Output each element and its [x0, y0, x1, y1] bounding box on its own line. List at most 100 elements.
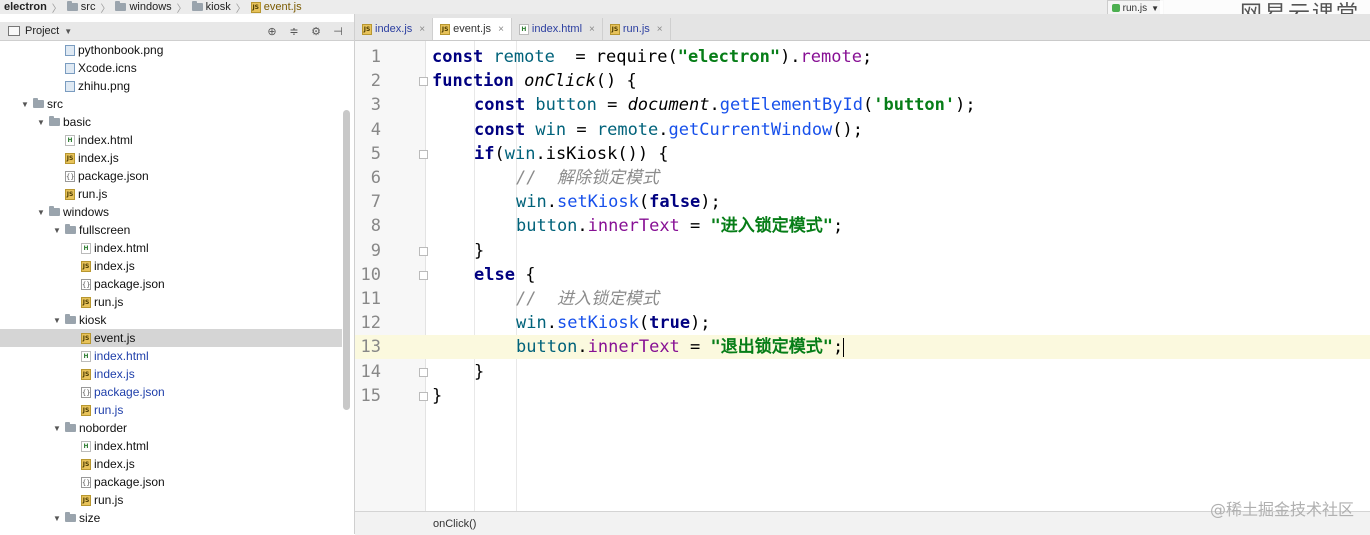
fold-marker-icon[interactable] [419, 270, 428, 280]
code-line[interactable]: 12 win.setKiosk(true); [355, 311, 1370, 335]
tree-file[interactable]: zhihu.png [0, 77, 342, 95]
tree-folder[interactable]: ▼ fullscreen [0, 221, 342, 239]
folder-icon [65, 512, 76, 522]
tree-file[interactable]: JS event.js [0, 329, 342, 347]
function-breadcrumb[interactable]: onClick() [433, 518, 476, 530]
tree-file[interactable]: {} package.json [0, 473, 342, 491]
code-editor[interactable]: 1 const remote = require("electron").remo… [355, 41, 1370, 511]
tree-file[interactable]: JS index.js [0, 365, 342, 383]
code-line[interactable]: 9} [355, 239, 1370, 263]
tree-folder[interactable]: ▼ size [0, 509, 342, 527]
code-line[interactable]: 8 button.innerText = "进入锁定模式"; [355, 214, 1370, 238]
tree-item-label: size [79, 511, 101, 525]
code-token: ()) { [617, 143, 669, 164]
code-line[interactable]: 5 if(win.isKiosk()) { [355, 142, 1370, 166]
code-line[interactable]: 1 const remote = require("electron").remo… [355, 45, 1370, 69]
tree-file[interactable]: {} package.json [0, 167, 342, 185]
project-panel-header: Project ▼ ⊕ ≑ ⚙ ⊣ [0, 22, 354, 41]
tree-file[interactable]: pythonbook.png [0, 41, 342, 59]
breadcrumb-item[interactable]: windows [113, 1, 173, 13]
editor-tab[interactable]: JS event.js × [433, 18, 512, 40]
tab-label: index.js [375, 23, 413, 35]
editor-tab[interactable]: JS index.js × [355, 18, 434, 40]
tree-file[interactable]: JS run.js [0, 491, 342, 509]
text-cursor [843, 337, 845, 357]
tree-item-label: pythonbook.png [78, 43, 164, 57]
tree-item-label: index.html [94, 349, 149, 363]
json-icon: {} [81, 476, 91, 488]
expand-arrow-icon[interactable]: ▼ [52, 226, 62, 235]
project-tree-scrollbar[interactable] [343, 110, 350, 410]
fold-marker-icon[interactable] [419, 246, 428, 256]
code-line[interactable]: 6 // 解除锁定模式 [355, 166, 1370, 190]
breadcrumb-label: windows [129, 1, 172, 13]
tree-item-label: index.js [78, 151, 119, 165]
tree-file[interactable]: JS run.js [0, 401, 342, 419]
tree-file[interactable]: {} package.json [0, 383, 342, 401]
code-line[interactable]: 14} [355, 360, 1370, 384]
tree-file[interactable]: JS index.js [0, 455, 342, 473]
code-line[interactable]: 15} [355, 384, 1370, 408]
close-icon[interactable]: × [589, 24, 595, 35]
fold-marker-icon[interactable] [419, 367, 428, 377]
tree-item-label: package.json [94, 385, 165, 399]
fold-marker-icon[interactable] [419, 77, 428, 87]
tree-file[interactable]: JS index.js [0, 149, 342, 167]
breadcrumb-item[interactable]: kiosk [190, 1, 233, 13]
code-line[interactable]: 2 function onClick() { [355, 69, 1370, 93]
collapse-icon[interactable]: ≑ [286, 23, 302, 39]
code-line[interactable]: 4 const win = remote.getCurrentWindow(); [355, 118, 1370, 142]
tree-folder[interactable]: ▼ noborder [0, 419, 342, 437]
expand-arrow-icon[interactable]: ▼ [36, 118, 46, 127]
tree-item-label: index.js [94, 259, 135, 273]
tree-folder[interactable]: ▼ windows [0, 203, 342, 221]
code-token: ); [955, 95, 976, 116]
code-token: setKiosk [556, 313, 639, 334]
code-token: const [474, 119, 536, 140]
hide-icon[interactable]: ⊣ [330, 23, 346, 39]
gear-icon[interactable]: ⚙ [308, 23, 324, 39]
tree-file[interactable]: {} package.json [0, 275, 342, 293]
code-token: 'button' [873, 95, 956, 116]
fold-marker-icon[interactable] [419, 391, 428, 401]
project-view-selector[interactable]: Project ▼ [0, 25, 72, 37]
code-line[interactable]: 10 else { [355, 263, 1370, 287]
tree-file[interactable]: Hindex.html [0, 437, 342, 455]
tree-folder[interactable]: ▼ src [0, 95, 342, 113]
close-icon[interactable]: × [498, 24, 504, 35]
project-tree[interactable]: pythonbook.png Xcode.icns zhihu.png ▼ src ▼ ba… [0, 41, 342, 534]
expand-arrow-icon[interactable]: ▼ [52, 424, 62, 433]
tree-item-label: Xcode.icns [78, 61, 137, 75]
tree-file[interactable]: JS run.js [0, 293, 342, 311]
code-line[interactable]: 3 const button = document.getElementById(… [355, 93, 1370, 117]
expand-arrow-icon[interactable]: ▼ [20, 100, 30, 109]
breadcrumb-item[interactable]: JS event.js [249, 1, 304, 13]
tree-file[interactable]: Hindex.html [0, 347, 342, 365]
tree-folder[interactable]: ▼ basic [0, 113, 342, 131]
tree-file[interactable]: Hindex.html [0, 131, 342, 149]
expand-arrow-icon[interactable]: ▼ [52, 316, 62, 325]
close-icon[interactable]: × [419, 24, 425, 35]
expand-arrow-icon[interactable]: ▼ [52, 514, 62, 523]
tree-file[interactable]: Hindex.html [0, 239, 342, 257]
editor-tab[interactable]: Hindex.html × [512, 18, 603, 40]
close-icon[interactable]: × [657, 24, 663, 35]
code-token: ; [833, 216, 844, 237]
code-line[interactable]: 7 win.setKiosk(false); [355, 190, 1370, 214]
expand-arrow-icon[interactable]: ▼ [36, 208, 46, 217]
crosshair-icon[interactable]: ⊕ [264, 23, 280, 39]
tree-file[interactable]: JS index.js [0, 257, 342, 275]
code-token: ( [494, 143, 505, 164]
line-number: 15 [360, 385, 381, 406]
code-line[interactable]: 11 // 进入锁定模式 [355, 287, 1370, 311]
code-line[interactable]: 13 button.innerText = "退出锁定模式"; [355, 335, 1370, 360]
fold-marker-icon[interactable] [419, 149, 428, 159]
code-token: onClick [524, 71, 596, 92]
tree-folder[interactable]: ▼ kiosk [0, 311, 342, 329]
breadcrumb-item[interactable]: electron [0, 1, 49, 13]
tree-file[interactable]: JS run.js [0, 185, 342, 203]
tree-file[interactable]: Xcode.icns [0, 59, 342, 77]
editor-tab[interactable]: JS run.js × [603, 18, 671, 40]
code-token: const [474, 95, 536, 116]
breadcrumb-item[interactable]: src [65, 1, 98, 13]
